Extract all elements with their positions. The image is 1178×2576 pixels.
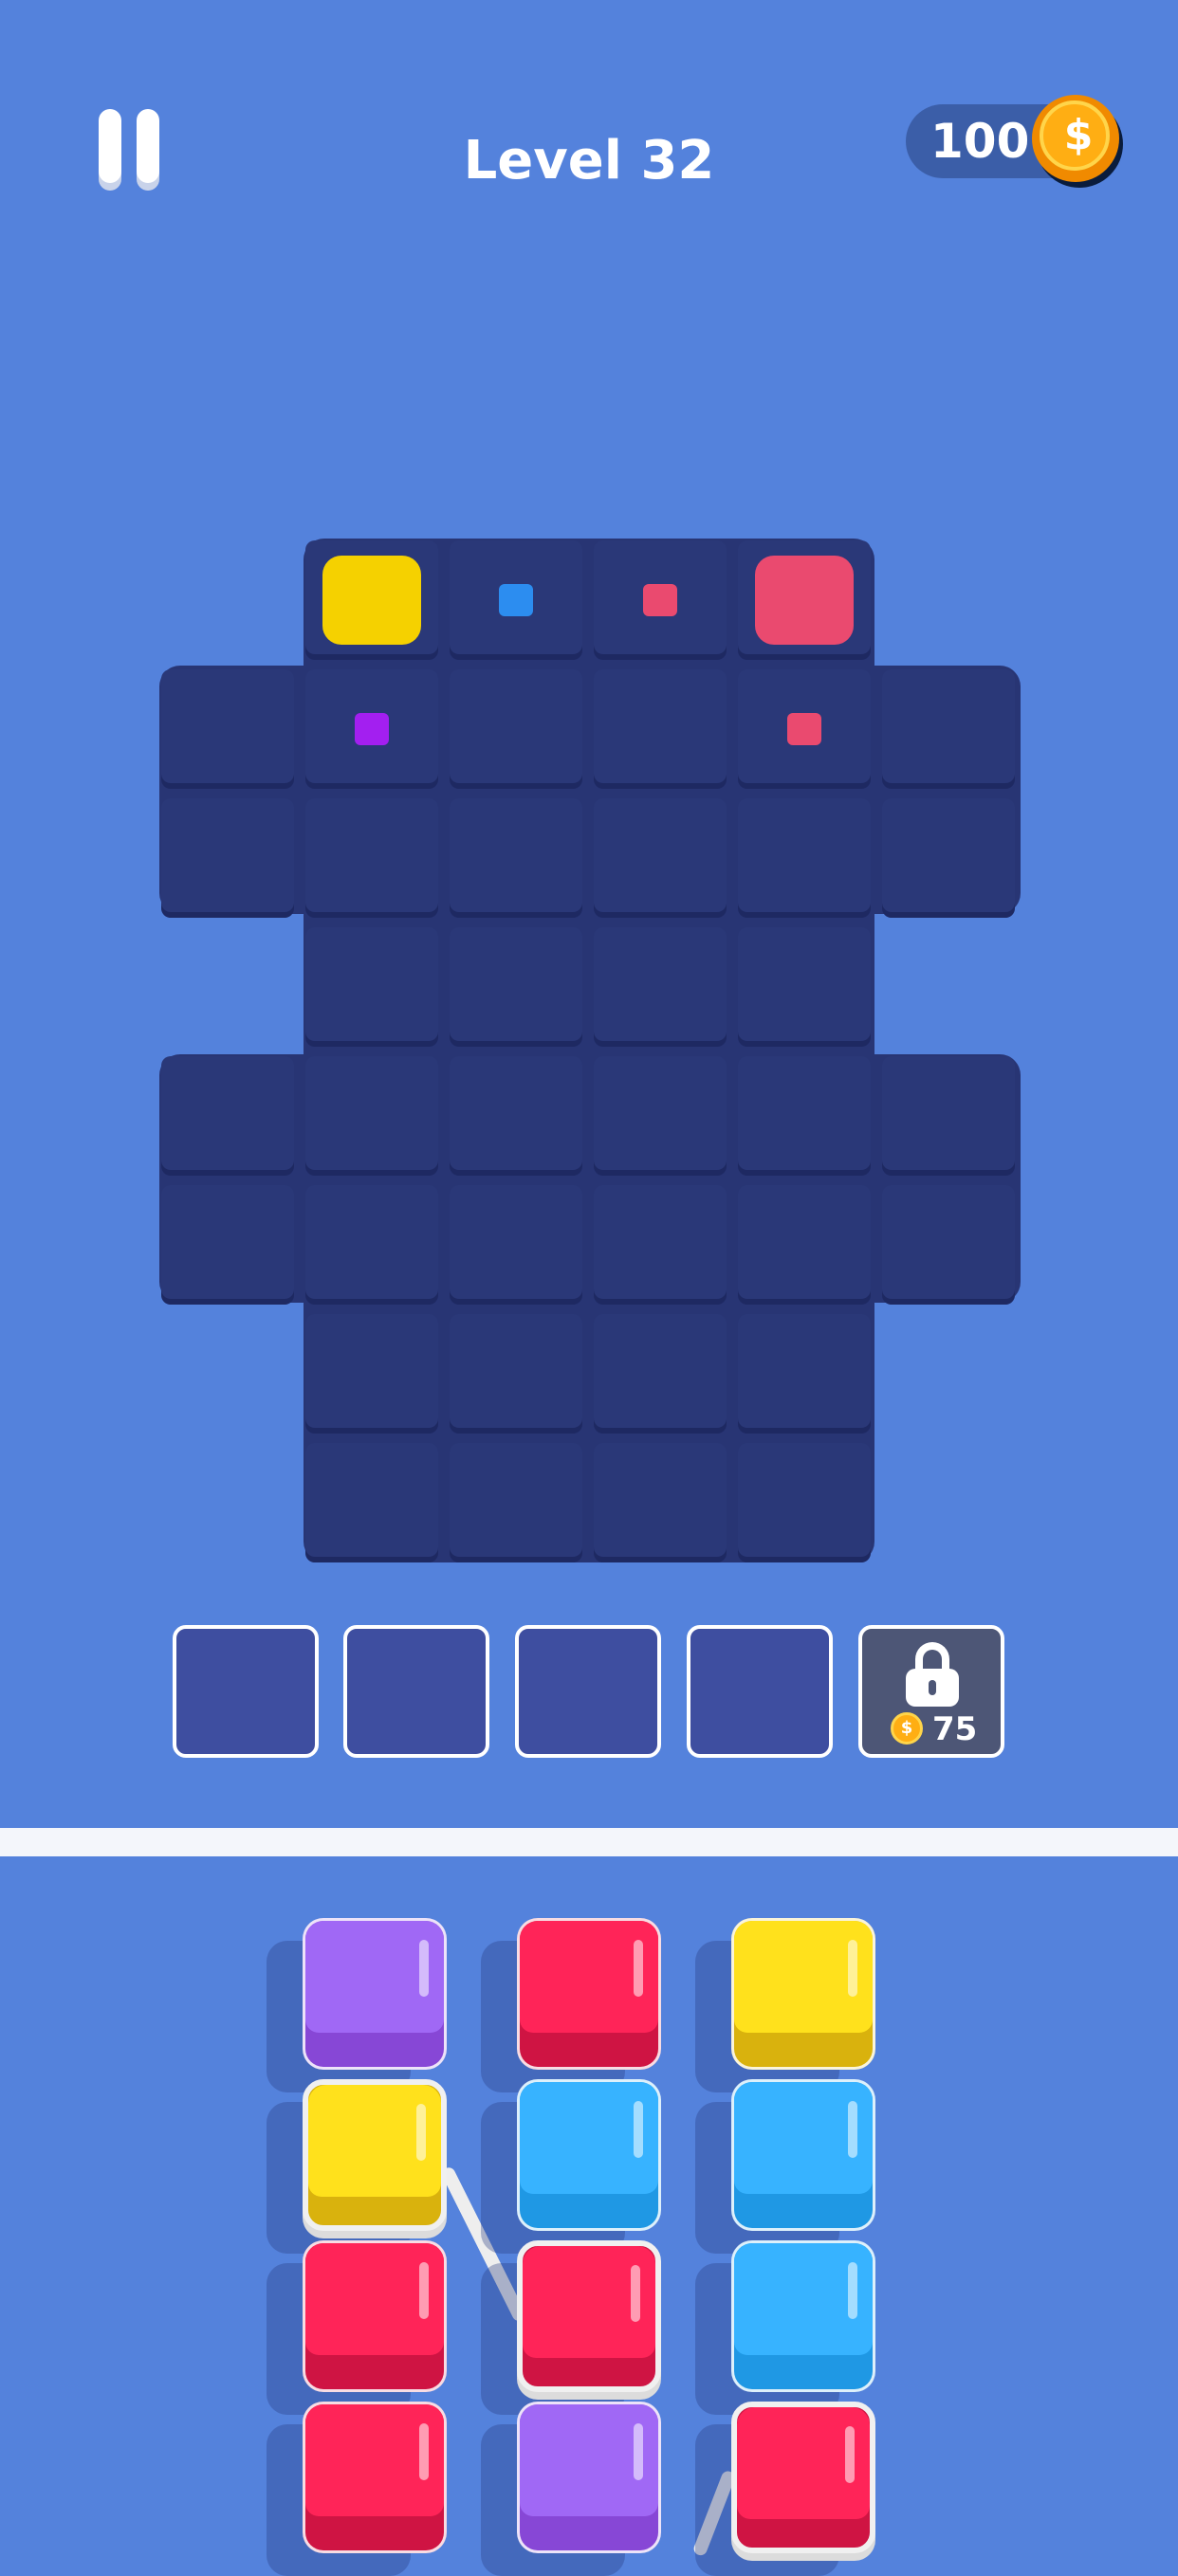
red-block[interactable] [731,2402,875,2553]
unlock-price-value: 75 [932,1710,978,1748]
board-cell [738,927,871,1047]
board-cell [305,1314,438,1434]
pause-icon-bar-right [137,109,159,183]
pause-icon-bar-left [99,109,121,183]
board-cell [738,1185,871,1305]
board-cell [161,1185,294,1305]
board-cell [450,1314,582,1434]
blue-block[interactable] [731,2079,875,2231]
pause-button[interactable] [95,109,163,185]
board-cell [450,1056,582,1176]
purple-block[interactable] [303,1918,447,2070]
locked-slot[interactable]: $ 75 [858,1625,1004,1758]
board-cell [738,798,871,918]
board-cell [305,1056,438,1176]
board-cell [450,669,582,789]
board-cell [305,1443,438,1562]
board-cell [161,798,294,918]
blue-block[interactable] [517,2079,661,2231]
board-cell [594,1314,727,1434]
coin-small-icon: $ [891,1712,923,1745]
blue-piece [499,584,533,616]
board-cell [594,1185,727,1305]
coin-count: 100 [930,114,1030,169]
board-cell [738,1056,871,1176]
board-cell [882,1056,1015,1176]
yellow-block[interactable] [303,2079,447,2231]
board-cell [450,1443,582,1562]
blue-block[interactable] [731,2240,875,2392]
board-cell [594,798,727,918]
level-title: Level 32 [463,130,715,192]
board-cell [450,927,582,1047]
board-cell [450,1185,582,1305]
slot-1[interactable] [173,1625,319,1758]
tray-divider [0,1828,1178,1856]
board-cell [594,1056,727,1176]
board-cell [738,1314,871,1434]
board-cell [450,798,582,918]
board-cell [161,669,294,789]
board-cell [882,798,1015,918]
purple-block[interactable] [517,2402,661,2553]
board-cell [305,927,438,1047]
board-cell [738,1443,871,1562]
red-block[interactable] [303,2402,447,2553]
red-block[interactable] [517,1918,661,2070]
board-cell [161,1056,294,1176]
padlock-icon [904,1642,961,1708]
slot-3[interactable] [515,1625,661,1758]
board-cell [594,669,727,789]
pink-piece-small-2 [787,713,821,745]
purple-piece [355,713,389,745]
yellow-piece [322,556,421,645]
unlock-price: $ 75 [891,1710,995,1748]
yellow-block[interactable] [731,1918,875,2070]
red-block[interactable] [303,2240,447,2392]
coin-icon: $ [1032,95,1119,182]
board-cell [305,798,438,918]
board-cell [882,1185,1015,1305]
board-cell [882,669,1015,789]
pink-piece-small [643,584,677,616]
slot-4[interactable] [687,1625,833,1758]
board-cell [594,1443,727,1562]
board-cell [594,927,727,1047]
slot-2[interactable] [343,1625,489,1758]
red-block[interactable] [517,2240,661,2392]
pink-piece-large [755,556,854,645]
board-cell [305,1185,438,1305]
